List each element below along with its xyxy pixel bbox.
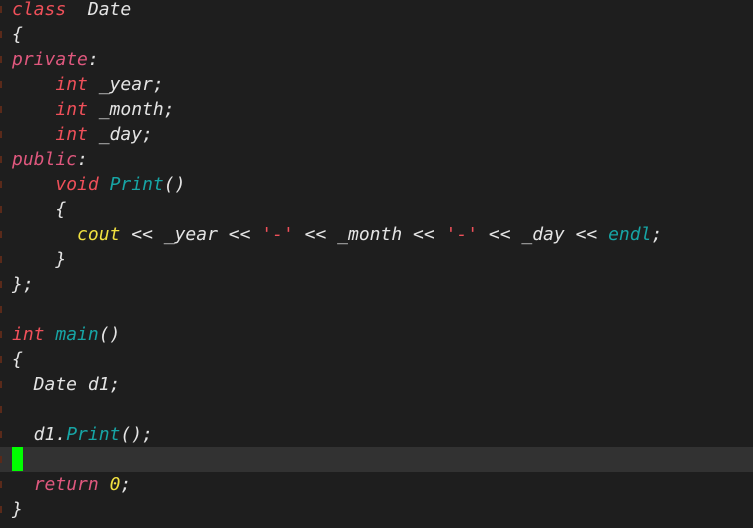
- code-line[interactable]: {: [0, 347, 753, 372]
- code-token: ;: [651, 224, 663, 245]
- code-line[interactable]: int main(): [0, 322, 753, 347]
- code-token: main: [55, 324, 99, 345]
- code-line[interactable]: void Print(): [0, 172, 753, 197]
- code-line[interactable]: }: [0, 497, 753, 522]
- code-token: int: [55, 74, 88, 95]
- gutter-marker: [0, 231, 2, 238]
- code-line[interactable]: }: [0, 247, 753, 272]
- code-token: << _month <<: [293, 224, 446, 245]
- code-token: Date d1;: [12, 374, 121, 395]
- code-token: {: [12, 349, 23, 370]
- gutter-marker: [0, 6, 2, 13]
- code-token: class: [12, 0, 67, 20]
- code-editor[interactable]: class Date{private: int _year; int _mont…: [0, 0, 753, 522]
- gutter-marker: [0, 131, 2, 138]
- code-token: int: [55, 124, 88, 145]
- code-token: endl: [608, 224, 652, 245]
- gutter-marker: [0, 106, 2, 113]
- code-line[interactable]: int _year;: [0, 72, 753, 97]
- code-token: ();: [120, 424, 153, 445]
- code-token: 0: [109, 474, 121, 495]
- gutter-marker: [0, 56, 2, 63]
- code-token: {: [12, 199, 67, 220]
- gutter-marker: [0, 356, 2, 363]
- code-token: };: [12, 274, 34, 295]
- gutter-marker: [0, 206, 2, 213]
- code-line[interactable]: [0, 297, 753, 322]
- gutter-marker: [0, 306, 2, 313]
- code-line[interactable]: class Date: [0, 0, 753, 22]
- gutter-marker: [0, 181, 2, 188]
- code-line[interactable]: Date d1;: [0, 372, 753, 397]
- code-token: (): [98, 324, 121, 345]
- gutter-marker: [0, 81, 2, 88]
- gutter-marker: [0, 456, 2, 463]
- code-line[interactable]: return 0;: [0, 472, 753, 497]
- code-line[interactable]: int _month;: [0, 97, 753, 122]
- code-token: '-': [445, 224, 479, 245]
- gutter-marker: [0, 406, 2, 413]
- gutter-marker: [0, 256, 2, 263]
- code-token: return: [33, 474, 99, 495]
- gutter-marker: [0, 381, 2, 388]
- gutter-marker: [0, 506, 2, 513]
- code-token: Print: [66, 424, 121, 445]
- code-token: _day;: [87, 124, 153, 145]
- code-line[interactable]: {: [0, 22, 753, 47]
- code-token: << _day <<: [478, 224, 609, 245]
- text-cursor: [12, 447, 23, 471]
- code-line[interactable]: int _day;: [0, 122, 753, 147]
- code-token: _year;: [87, 74, 164, 95]
- code-token: << _year <<: [120, 224, 262, 245]
- code-line[interactable]: {: [0, 197, 753, 222]
- code-line[interactable]: [0, 447, 753, 472]
- code-token: _month;: [87, 99, 175, 120]
- code-token: Date: [66, 0, 132, 20]
- code-token: :: [87, 49, 99, 70]
- code-token: {: [12, 24, 23, 45]
- gutter-marker: [0, 331, 2, 338]
- gutter-marker: [0, 31, 2, 38]
- code-token: :: [77, 149, 88, 170]
- code-line[interactable]: };: [0, 272, 753, 297]
- code-token: int: [12, 324, 45, 345]
- code-token: }: [12, 499, 23, 520]
- gutter-marker: [0, 481, 2, 488]
- code-token: Print: [109, 174, 164, 195]
- code-token: cout: [77, 224, 121, 245]
- code-token: d1.: [12, 424, 67, 445]
- code-token: (): [163, 174, 186, 195]
- gutter-marker: [0, 281, 2, 288]
- code-line[interactable]: cout << _year << '-' << _month << '-' <<…: [0, 222, 753, 247]
- code-token: }: [12, 249, 67, 270]
- code-token: ;: [120, 474, 132, 495]
- code-token: public: [12, 149, 78, 170]
- code-line[interactable]: [0, 397, 753, 422]
- code-line[interactable]: private:: [0, 47, 753, 72]
- code-line[interactable]: d1.Print();: [0, 422, 753, 447]
- code-token: int: [55, 99, 88, 120]
- gutter-marker: [0, 156, 2, 163]
- code-token: private: [12, 49, 88, 70]
- code-token: void: [55, 174, 99, 195]
- code-token: '-': [261, 224, 294, 245]
- gutter-marker: [0, 431, 2, 438]
- code-line[interactable]: public:: [0, 147, 753, 172]
